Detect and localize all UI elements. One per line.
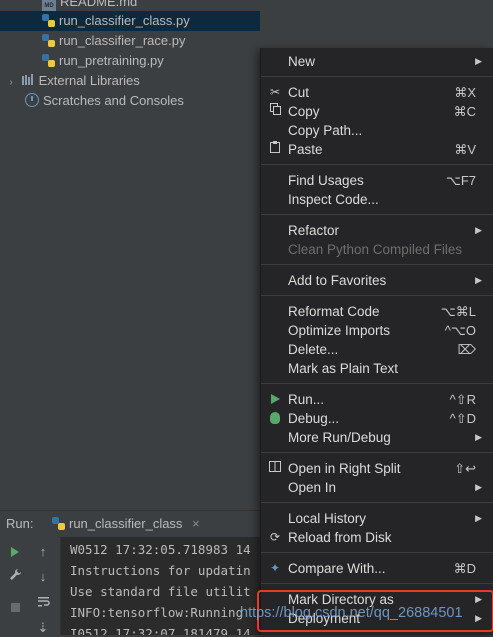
tree-item-label: README.md [60, 0, 138, 9]
chevron-right-icon[interactable]: › [5, 73, 17, 93]
console-output[interactable]: W0512 17:32:05.718983 14 Instructions fo… [61, 537, 261, 635]
python-file-icon [52, 517, 65, 530]
down-arrow-icon[interactable]: ↓ [34, 568, 52, 586]
python-file-icon [42, 34, 55, 47]
menu-item-optimize-imports[interactable]: Optimize Imports ^⌥O [261, 321, 493, 340]
menu-item-debug[interactable]: Debug... ^⇧D [261, 409, 493, 428]
submenu-arrow-icon: ▶ [475, 432, 482, 442]
run-icon [268, 390, 282, 410]
soft-wrap-icon[interactable] [34, 595, 52, 613]
menu-item-compare-with[interactable]: ✦ Compare With... ⌘D [261, 559, 493, 578]
menu-item-new[interactable]: New ▶ [261, 52, 493, 71]
menu-item-reformat-code[interactable]: Reformat Code ⌥⌘L [261, 302, 493, 321]
reload-icon: ⟳ [269, 530, 281, 544]
menu-item-clean-python-compiled: Clean Python Compiled Files [288, 242, 463, 257]
submenu-arrow-icon: ▶ [475, 56, 482, 66]
menu-item-refactor[interactable]: Refactor ▶ [261, 221, 493, 240]
menu-item-open-in[interactable]: Open In ▶ [261, 478, 493, 497]
tree-item-label: Scratches and Consoles [43, 93, 184, 108]
menu-item-find-usages[interactable]: Find Usages ⌥F7 [261, 171, 493, 190]
python-file-icon [42, 54, 55, 67]
submenu-arrow-icon: ▶ [475, 482, 482, 492]
tree-item-run-classifier-race[interactable]: run_classifier_race.py [42, 31, 185, 51]
rerun-button[interactable] [6, 543, 24, 561]
tree-item-run-classifier-class[interactable]: run_classifier_class.py [0, 11, 260, 31]
submenu-arrow-icon: ▶ [475, 225, 482, 235]
scroll-to-end-icon[interactable]: ⇣ [34, 619, 52, 637]
compare-icon: ✦ [269, 561, 281, 575]
split-icon [268, 459, 282, 478]
console-line: W0512 17:32:05.718983 14 [70, 542, 251, 557]
stop-icon[interactable] [6, 599, 24, 617]
run-side-toolbar: ↑ ↓ ⇣ [0, 537, 61, 635]
menu-item-more-run-debug[interactable]: More Run/Debug ▶ [261, 428, 493, 447]
menu-item-add-to-favorites[interactable]: Add to Favorites ▶ [261, 271, 493, 290]
menu-item-reload-from-disk[interactable]: ⟳ Reload from Disk [261, 528, 493, 547]
submenu-arrow-icon: ▶ [475, 513, 482, 523]
console-line: INFO:tensorflow:Running [70, 605, 244, 620]
paste-icon [268, 140, 282, 159]
menu-separator [261, 214, 493, 215]
tree-item-scratches[interactable]: Scratches and Consoles [25, 91, 184, 111]
menu-item-paste[interactable]: Paste ⌘V [261, 140, 493, 159]
tree-item-external-libraries[interactable]: › External Libraries [5, 71, 140, 93]
debug-icon [268, 409, 282, 430]
up-arrow-icon[interactable]: ↑ [34, 543, 52, 561]
menu-item-inspect-code[interactable]: Inspect Code... [261, 190, 493, 209]
tree-item-run-pretraining[interactable]: run_pretraining.py [42, 51, 164, 71]
menu-item-open-in-right-split[interactable]: Open in Right Split ⇧↩ [261, 459, 493, 478]
menu-separator [261, 383, 493, 384]
menu-separator [261, 502, 493, 503]
menu-item-local-history[interactable]: Local History ▶ [261, 509, 493, 528]
console-line: Instructions for updatin [70, 563, 251, 578]
scratches-icon [25, 93, 39, 107]
menu-separator [261, 264, 493, 265]
menu-separator [261, 295, 493, 296]
menu-separator [261, 583, 493, 584]
menu-item-copy-path[interactable]: Copy Path... [261, 121, 493, 140]
menu-separator [261, 552, 493, 553]
wrench-icon[interactable] [6, 568, 24, 586]
menu-separator [261, 76, 493, 77]
tree-item-label: External Libraries [38, 73, 140, 88]
console-line: I0512 17:32:07.181479 14 [70, 626, 251, 635]
tree-item-label: run_classifier_race.py [59, 33, 186, 48]
run-tab[interactable]: run_classifier_class × [52, 514, 200, 534]
tree-item-label: run_classifier_class.py [59, 13, 190, 28]
run-panel-title: Run: [6, 516, 34, 531]
python-file-icon [42, 14, 55, 27]
menu-separator [261, 164, 493, 165]
menu-item-mark-as-plain-text[interactable]: Mark as Plain Text [261, 359, 493, 378]
menu-item-run[interactable]: Run... ^⇧R [261, 390, 493, 409]
watermark-url: https://blog.csdn.net/qq_26884501 [240, 605, 463, 621]
run-toolbar: Run: run_classifier_class × [0, 510, 260, 538]
run-tab-label: run_classifier_class [69, 516, 183, 531]
context-menu: New ▶ ✂ Cut ⌘X Copy ⌘C Copy Path... Past… [260, 48, 493, 635]
tree-item-label: run_pretraining.py [59, 53, 164, 68]
menu-item-delete[interactable]: Delete... ⌦ [261, 340, 493, 359]
libraries-icon [21, 72, 35, 92]
close-tab-icon[interactable]: × [192, 516, 200, 531]
menu-item-cut[interactable]: ✂ Cut ⌘X [261, 83, 493, 102]
menu-item-copy[interactable]: Copy ⌘C [261, 102, 493, 121]
copy-icon [268, 102, 282, 121]
menu-separator [261, 452, 493, 453]
console-line: Use standard file utilit [70, 584, 251, 599]
scissors-icon: ✂ [269, 85, 281, 99]
submenu-arrow-icon: ▶ [475, 275, 482, 285]
